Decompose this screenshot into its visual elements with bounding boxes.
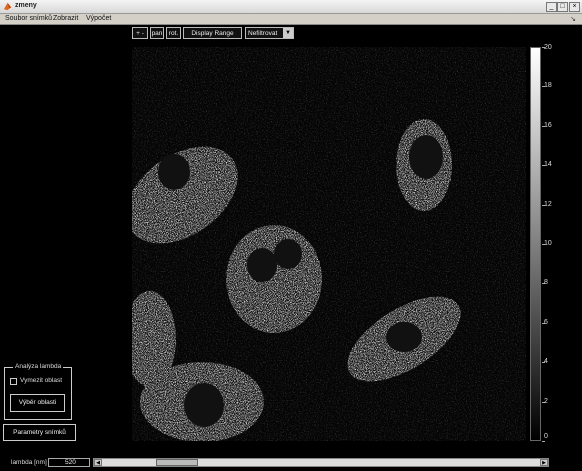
- window-title: zmeny: [15, 2, 37, 9]
- select-region-button[interactable]: Výběr oblasti: [10, 394, 65, 412]
- rotate-button[interactable]: rot.: [166, 27, 181, 39]
- colorbar-tick-label: 0: [544, 433, 548, 440]
- colorbar-tick-label: 4: [544, 358, 548, 366]
- colorbar-tick-label: 2: [544, 397, 548, 405]
- colorbar-tick: [542, 441, 545, 442]
- colorbar-tick-label: 16: [544, 121, 552, 129]
- lambda-label: lambda [nm]: [11, 459, 47, 466]
- colorbar-tick-label: 12: [544, 200, 552, 208]
- minimize-button[interactable]: _: [546, 2, 557, 12]
- limit-region-label: Vymezit oblast: [20, 377, 63, 384]
- close-icon: ×: [572, 3, 577, 10]
- maximize-button[interactable]: □: [557, 2, 568, 12]
- menu-bar: Soubor snímků Zobrazit Výpočet ↘: [0, 14, 582, 25]
- cell-image: [124, 47, 526, 442]
- lambda-input[interactable]: 520: [48, 458, 90, 467]
- maximize-icon: □: [560, 3, 565, 10]
- scroll-right-icon[interactable]: ▶: [540, 459, 548, 466]
- minimize-icon: _: [549, 3, 554, 10]
- colorbar-tick-label: 10: [544, 240, 552, 247]
- colorbar-tick-label: 14: [544, 161, 552, 169]
- colorbar-tick-label: 18: [544, 82, 552, 90]
- analysis-group-title: Analýza lambda: [13, 363, 64, 370]
- limit-region-checkbox[interactable]: [10, 378, 17, 385]
- colorbar-tick-label: 6: [544, 318, 548, 326]
- filter-value: Nefiltrovat: [248, 30, 278, 37]
- lambda-slider[interactable]: ◀ ▶: [93, 458, 549, 467]
- pin-icon[interactable]: ↘: [570, 15, 576, 23]
- colorbar-tick-label: 20: [544, 44, 552, 51]
- menu-zobrazit[interactable]: Zobrazit: [53, 15, 78, 22]
- zoom-button[interactable]: + -: [132, 27, 148, 39]
- matlab-icon: [3, 2, 12, 11]
- display-range-button[interactable]: Display Range: [183, 27, 242, 39]
- filter-dropdown[interactable]: Nefiltrovat ▼: [245, 27, 294, 39]
- menu-vypocet[interactable]: Výpočet: [86, 15, 111, 22]
- microscopy-image[interactable]: [124, 47, 526, 442]
- scroll-left-icon[interactable]: ◀: [94, 459, 102, 466]
- colorbar-tick-label: 8: [544, 279, 548, 287]
- chevron-down-icon: ▼: [283, 28, 293, 38]
- menu-soubor[interactable]: Soubor snímků: [5, 15, 52, 22]
- title-bar: zmeny _ □ ×: [0, 0, 582, 14]
- image-parameters-button[interactable]: Parametry snímků: [3, 424, 76, 441]
- lambda-slider-thumb[interactable]: [156, 459, 198, 466]
- pan-button[interactable]: pan: [150, 27, 164, 39]
- close-button[interactable]: ×: [569, 2, 580, 12]
- colorbar: [530, 47, 541, 441]
